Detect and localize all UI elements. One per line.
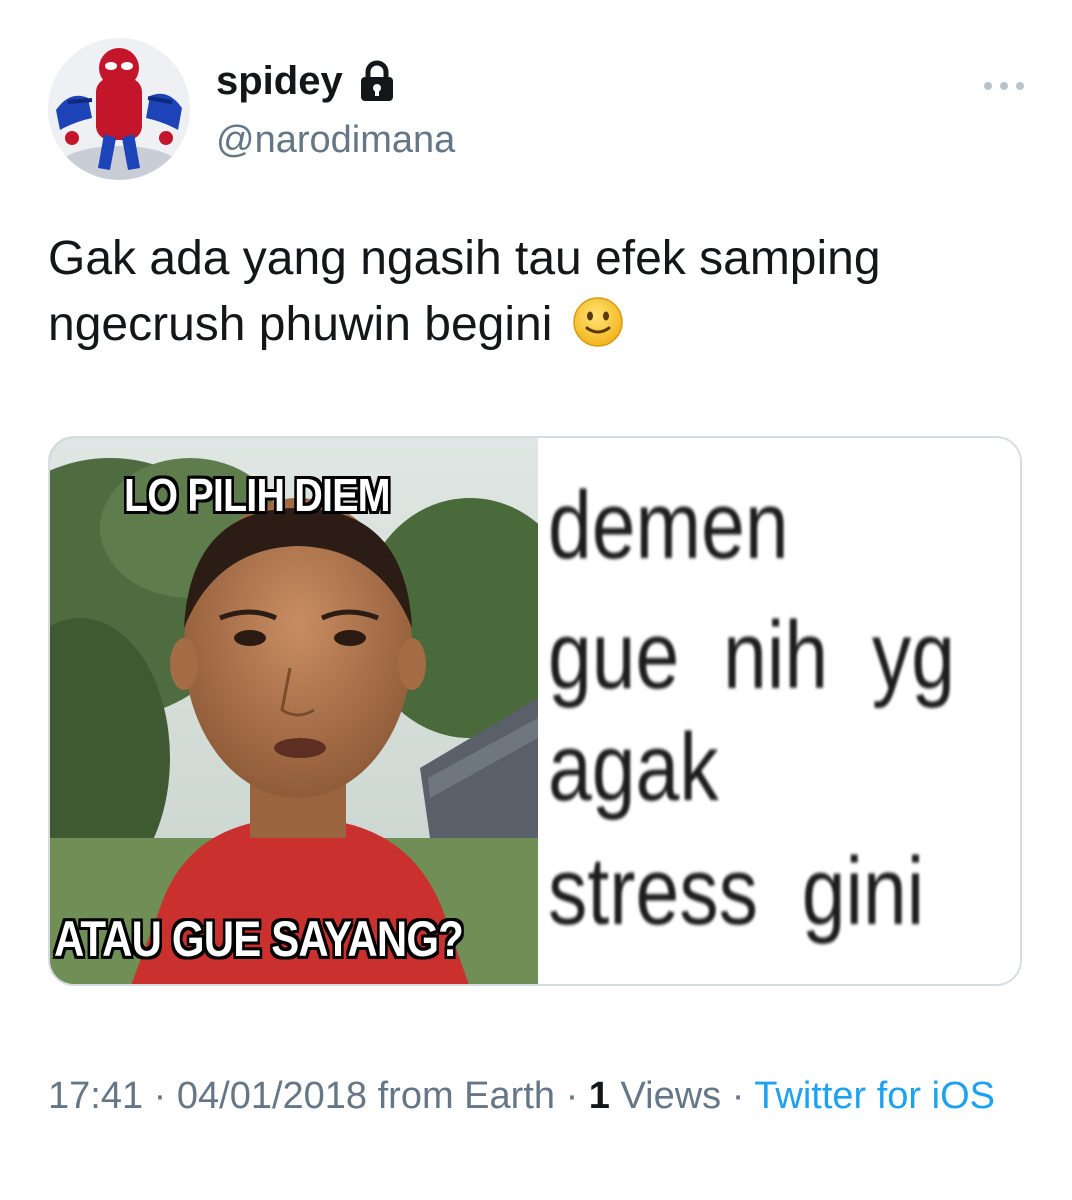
meme-top-caption: LO PILIH DIEM bbox=[124, 469, 391, 521]
avatar[interactable] bbox=[48, 38, 190, 180]
tweet-date[interactable]: 04/01/2018 bbox=[177, 1075, 367, 1117]
tweet-time[interactable]: 17:41 bbox=[48, 1075, 143, 1117]
more-options-icon[interactable] bbox=[984, 76, 1024, 96]
media-card[interactable]: LO PILIH DIEM ATAU GUE SAYANG? demen gue… bbox=[48, 436, 1022, 986]
user-name-row: spidey bbox=[216, 60, 397, 102]
lock-icon bbox=[357, 60, 397, 102]
user-handle[interactable]: @narodimana bbox=[216, 118, 455, 164]
meta-separator: · bbox=[143, 1075, 177, 1117]
tweet-text-body: Gak ada yang ngasih tau efek samping nge… bbox=[48, 232, 881, 351]
views-label: Views bbox=[620, 1075, 722, 1117]
dot bbox=[1016, 82, 1024, 90]
views-count: 1 bbox=[588, 1075, 610, 1117]
text-image[interactable]: demen gue nih yg agak stress gini bbox=[538, 438, 1020, 984]
slightly-smiling-face-icon bbox=[572, 296, 624, 348]
image-text-line: gue nih yg bbox=[548, 602, 956, 709]
spiderman-avatar-image bbox=[48, 38, 190, 180]
dot bbox=[984, 82, 992, 90]
meme-image[interactable]: LO PILIH DIEM ATAU GUE SAYANG? bbox=[50, 438, 538, 984]
tweet-location: from Earth bbox=[377, 1075, 556, 1117]
meme-bottom-caption: ATAU GUE SAYANG? bbox=[54, 911, 464, 967]
image-text-line: demen bbox=[548, 472, 789, 579]
tweet-meta: 17:41 · 04/01/2018 from Earth · 1 Views … bbox=[48, 1072, 1028, 1120]
dot bbox=[1000, 82, 1008, 90]
tweet-source-link[interactable]: Twitter for iOS bbox=[754, 1075, 995, 1117]
tweet-text: Gak ada yang ngasih tau efek samping nge… bbox=[48, 226, 1028, 358]
display-name[interactable]: spidey bbox=[216, 61, 343, 101]
meta-separator: · bbox=[721, 1075, 755, 1117]
meta-separator: · bbox=[555, 1075, 589, 1117]
image-text-line: stress gini bbox=[548, 838, 925, 945]
image-text-line: agak bbox=[548, 714, 719, 821]
